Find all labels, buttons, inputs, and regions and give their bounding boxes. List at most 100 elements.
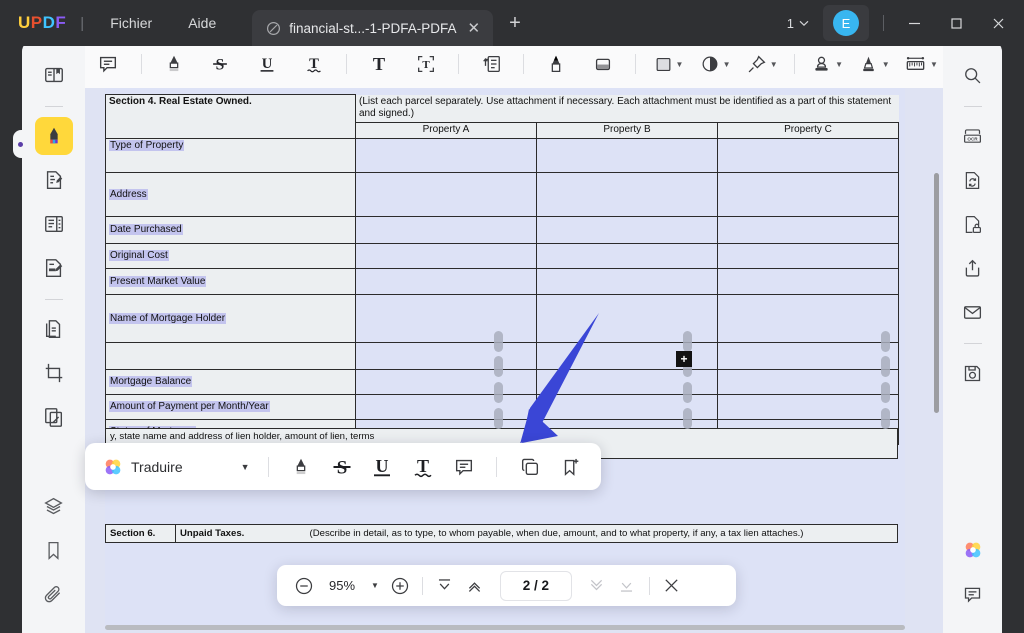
field-cost-b[interactable] <box>537 243 718 268</box>
tool-text-box[interactable]: T <box>409 47 442 81</box>
field-type-a[interactable] <box>356 138 537 172</box>
document-viewport[interactable]: Section 4. Real Estate Owned. (List each… <box>85 88 945 633</box>
tool-eraser[interactable] <box>587 47 620 81</box>
field-balance-c[interactable] <box>718 369 899 394</box>
tool-measure[interactable]: ▼ <box>904 47 938 81</box>
sidebar-item-crop[interactable] <box>35 354 73 392</box>
field-cost-a[interactable] <box>356 243 537 268</box>
float-tool-comment[interactable] <box>450 450 479 484</box>
selection-handle[interactable] <box>881 331 890 352</box>
float-tool-add-bookmark[interactable] <box>556 450 585 484</box>
field-market-a[interactable] <box>356 268 537 294</box>
chevron-down-icon[interactable]: ▼ <box>930 60 938 69</box>
convert-button[interactable] <box>954 161 992 199</box>
field-payment-c[interactable] <box>718 394 899 419</box>
field-market-c[interactable] <box>718 268 899 294</box>
field-date-a[interactable] <box>356 216 537 243</box>
save-button[interactable] <box>954 354 992 392</box>
field-date-b[interactable] <box>537 216 718 243</box>
field-date-c[interactable] <box>718 216 899 243</box>
ocr-button[interactable]: OCR <box>954 117 992 155</box>
tool-squiggly-underline[interactable]: T <box>297 47 330 81</box>
chevron-down-icon[interactable]: ▼ <box>882 60 890 69</box>
sidebar-item-attachments[interactable] <box>35 575 73 613</box>
search-button[interactable] <box>954 56 992 94</box>
sidebar-item-organize[interactable] <box>35 205 73 243</box>
tool-strikethrough[interactable]: S <box>204 47 237 81</box>
document-vertical-scrollbar[interactable] <box>934 173 939 413</box>
share-button[interactable] <box>954 249 992 287</box>
comments-panel-button[interactable] <box>954 575 992 613</box>
tool-highlight[interactable] <box>157 47 190 81</box>
selection-handle[interactable] <box>881 356 890 377</box>
selection-handle[interactable] <box>683 331 692 352</box>
tool-sticker[interactable]: ▼ <box>699 47 732 81</box>
menu-aide[interactable]: Aide <box>176 11 228 35</box>
selection-handle[interactable] <box>683 408 692 429</box>
field-address-c[interactable] <box>718 172 899 216</box>
field-holder-a[interactable] <box>356 294 537 342</box>
tool-pencil[interactable] <box>540 47 573 81</box>
selection-handle[interactable] <box>494 408 503 429</box>
sidebar-collapse-handle[interactable] <box>13 130 27 158</box>
field-type-b[interactable] <box>537 138 718 172</box>
tool-comment-note[interactable] <box>92 47 125 81</box>
new-tab-button[interactable]: + <box>509 12 521 35</box>
menu-fichier[interactable]: Fichier <box>98 11 164 35</box>
ai-assistant-button[interactable] <box>954 531 992 569</box>
selection-handle[interactable] <box>494 356 503 377</box>
window-close-button[interactable] <box>978 1 1018 45</box>
zoom-out-button[interactable] <box>289 571 319 601</box>
document-horizontal-scrollbar[interactable] <box>105 625 905 630</box>
close-navbar-button[interactable] <box>657 571 687 601</box>
field-cost-c[interactable] <box>718 243 899 268</box>
email-button[interactable] <box>954 293 992 331</box>
zoom-in-button[interactable] <box>385 571 415 601</box>
chevron-down-icon[interactable]: ▼ <box>770 60 778 69</box>
tool-pin[interactable]: ▼ <box>745 47 778 81</box>
window-maximize-button[interactable] <box>936 1 976 45</box>
selection-handle[interactable] <box>683 382 692 403</box>
float-tool-squiggly[interactable]: T <box>409 450 438 484</box>
selection-handle[interactable] <box>881 408 890 429</box>
chevron-down-icon[interactable]: ▼ <box>676 60 684 69</box>
chevron-down-icon[interactable]: ▼ <box>723 60 731 69</box>
tool-underline[interactable]: U <box>251 47 284 81</box>
field-balance-a[interactable] <box>356 369 537 394</box>
field-holder-c[interactable] <box>718 294 899 342</box>
translate-dropdown-caret[interactable]: ▼ <box>235 456 256 478</box>
window-count-dropdown[interactable]: 1 <box>779 12 817 35</box>
sidebar-item-compare[interactable] <box>35 398 73 436</box>
float-tool-highlight[interactable] <box>286 450 315 484</box>
tab-close-icon[interactable]: ✕ <box>465 21 484 36</box>
sidebar-item-annotate[interactable] <box>35 117 73 155</box>
tool-callout[interactable] <box>475 47 508 81</box>
zoom-dropdown-caret[interactable]: ▼ <box>365 573 385 598</box>
protect-button[interactable] <box>954 205 992 243</box>
selection-handle[interactable] <box>881 382 890 403</box>
sidebar-item-bookmarks[interactable] <box>35 531 73 569</box>
first-page-button[interactable] <box>430 571 460 601</box>
sidebar-item-reader[interactable] <box>35 56 73 94</box>
float-tool-underline[interactable]: U <box>368 450 397 484</box>
field-blank-c[interactable] <box>718 342 899 369</box>
float-tool-copy[interactable] <box>515 450 544 484</box>
last-page-button[interactable] <box>612 571 642 601</box>
field-address-b[interactable] <box>537 172 718 216</box>
window-minimize-button[interactable] <box>894 1 934 45</box>
field-market-b[interactable] <box>537 268 718 294</box>
tool-signature[interactable]: ▼ <box>857 47 890 81</box>
tool-text[interactable]: T <box>363 47 396 81</box>
sidebar-item-edit[interactable] <box>35 161 73 199</box>
tool-shape[interactable]: ▼ <box>652 47 685 81</box>
next-page-button[interactable] <box>582 571 612 601</box>
sidebar-item-layers[interactable] <box>35 487 73 525</box>
field-type-c[interactable] <box>718 138 899 172</box>
tool-stamp[interactable]: ▼ <box>811 47 844 81</box>
float-tool-strikethrough[interactable]: S <box>327 450 356 484</box>
field-address-a[interactable] <box>356 172 537 216</box>
field-blank-a[interactable] <box>356 342 537 369</box>
document-tab[interactable]: financial-st...-1-PDFA-PDFA ✕ <box>252 10 493 46</box>
sidebar-item-convert[interactable] <box>35 310 73 348</box>
sidebar-item-fill-sign[interactable] <box>35 249 73 287</box>
